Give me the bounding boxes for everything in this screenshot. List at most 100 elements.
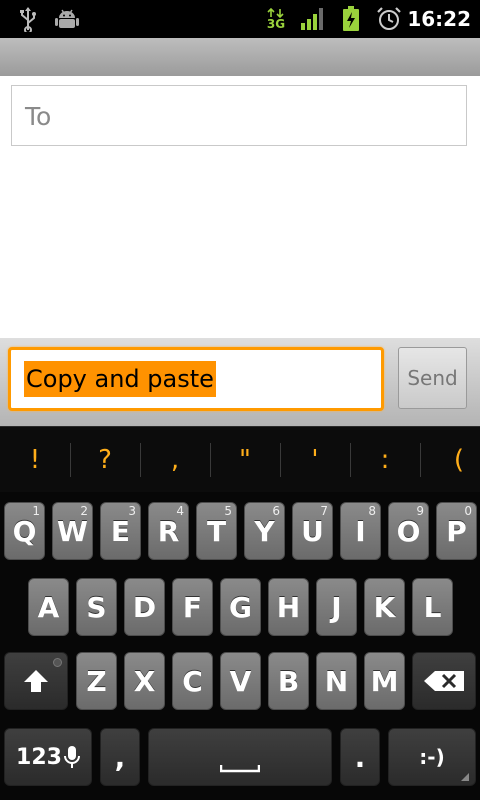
soft-keyboard: 1Q 2W 3E 4R 5T 6Y 7U 8I 9O 0P A S D F G … <box>0 492 480 800</box>
status-bar: 3G 16:22 <box>0 0 480 38</box>
key-label: F <box>182 590 203 624</box>
key-label: E <box>110 514 131 548</box>
key-y[interactable]: 6Y <box>244 502 285 560</box>
key-s[interactable]: S <box>76 578 117 636</box>
key-label: B <box>277 664 300 698</box>
key-x[interactable]: X <box>124 652 165 710</box>
suggestion-exclamation[interactable]: ! <box>0 427 70 493</box>
key-j[interactable]: J <box>316 578 357 636</box>
key-label: Z <box>86 664 107 698</box>
key-label: G <box>229 590 252 624</box>
selected-message-text[interactable]: Copy and paste <box>24 361 216 397</box>
3g-data-icon: 3G <box>264 6 288 32</box>
suggestion-comma[interactable]: , <box>140 427 210 493</box>
key-hint: 3 <box>128 504 136 518</box>
key-label: J <box>331 590 342 624</box>
shift-key[interactable] <box>4 652 68 710</box>
key-h[interactable]: H <box>268 578 309 636</box>
more-options-icon <box>461 773 469 781</box>
title-bar <box>0 38 480 76</box>
period-key[interactable]: . <box>340 728 380 786</box>
suggestion-strip: ! ? , " ' : ( <box>0 426 480 494</box>
key-label: L <box>423 590 442 624</box>
clock: 16:22 <box>407 7 471 31</box>
key-label: :-) <box>419 745 445 769</box>
key-label: , <box>114 740 126 774</box>
key-label: D <box>132 590 157 624</box>
key-hint: 8 <box>368 504 376 518</box>
key-label: M <box>370 664 399 698</box>
key-label: A <box>37 590 60 624</box>
key-o[interactable]: 9O <box>388 502 429 560</box>
key-v[interactable]: V <box>220 652 261 710</box>
signal-icon <box>300 6 326 32</box>
key-i[interactable]: 8I <box>340 502 381 560</box>
space-key[interactable] <box>148 728 332 786</box>
key-label: O <box>396 514 421 548</box>
key-hint: 4 <box>176 504 184 518</box>
comma-key[interactable]: , <box>100 728 140 786</box>
key-u[interactable]: 7U <box>292 502 333 560</box>
send-button[interactable]: Send <box>398 347 467 409</box>
key-p[interactable]: 0P <box>436 502 477 560</box>
key-k[interactable]: K <box>364 578 405 636</box>
key-label: T <box>206 514 227 548</box>
key-b[interactable]: B <box>268 652 309 710</box>
alarm-icon <box>376 6 402 32</box>
key-n[interactable]: N <box>316 652 357 710</box>
key-label: U <box>301 514 324 548</box>
key-label: S <box>86 590 107 624</box>
key-label: . <box>354 740 366 774</box>
network-type-label: 3G <box>266 16 286 31</box>
key-hint: 7 <box>320 504 328 518</box>
suggestion-single-quote[interactable]: ' <box>280 427 350 493</box>
numbers-key[interactable]: 123 <box>4 728 92 786</box>
numbers-key-label: 123 <box>16 744 62 770</box>
key-label: X <box>133 664 156 698</box>
key-z[interactable]: Z <box>76 652 117 710</box>
key-label: N <box>324 664 349 698</box>
suggestion-question[interactable]: ? <box>70 427 140 493</box>
suggestion-colon[interactable]: : <box>350 427 420 493</box>
key-l[interactable]: L <box>412 578 453 636</box>
key-a[interactable]: A <box>28 578 69 636</box>
battery-charging-icon <box>340 6 362 32</box>
key-label: V <box>229 664 252 698</box>
message-input[interactable]: Copy and paste <box>8 347 384 411</box>
delete-key[interactable] <box>412 652 476 710</box>
key-hint: 9 <box>416 504 424 518</box>
to-placeholder: To <box>25 102 52 131</box>
key-label: R <box>157 514 180 548</box>
backspace-icon <box>423 670 465 692</box>
suggestion-double-quote[interactable]: " <box>210 427 280 493</box>
key-label: H <box>276 590 301 624</box>
key-hint: 6 <box>272 504 280 518</box>
shift-icon <box>22 668 50 694</box>
key-q[interactable]: 1Q <box>4 502 45 560</box>
key-c[interactable]: C <box>172 652 213 710</box>
to-recipient-input[interactable]: To <box>11 85 467 146</box>
key-t[interactable]: 5T <box>196 502 237 560</box>
key-m[interactable]: M <box>364 652 405 710</box>
key-label: W <box>57 514 88 548</box>
key-label: C <box>182 664 203 698</box>
key-e[interactable]: 3E <box>100 502 141 560</box>
caps-indicator-icon <box>53 658 62 667</box>
key-g[interactable]: G <box>220 578 261 636</box>
compose-bar: Copy and paste Send <box>0 338 480 426</box>
key-hint: 2 <box>80 504 88 518</box>
microphone-icon <box>63 745 80 769</box>
key-f[interactable]: F <box>172 578 213 636</box>
smiley-key[interactable]: :-) <box>388 728 476 786</box>
key-hint: 0 <box>464 504 472 518</box>
key-label: K <box>373 590 396 624</box>
key-label: Y <box>254 514 275 548</box>
android-debug-icon <box>52 6 82 32</box>
key-w[interactable]: 2W <box>52 502 93 560</box>
key-hint: 5 <box>224 504 232 518</box>
suggestion-paren[interactable]: ( <box>420 427 480 493</box>
space-bar-icon <box>220 765 260 773</box>
key-d[interactable]: D <box>124 578 165 636</box>
usb-icon <box>14 6 42 32</box>
key-r[interactable]: 4R <box>148 502 189 560</box>
